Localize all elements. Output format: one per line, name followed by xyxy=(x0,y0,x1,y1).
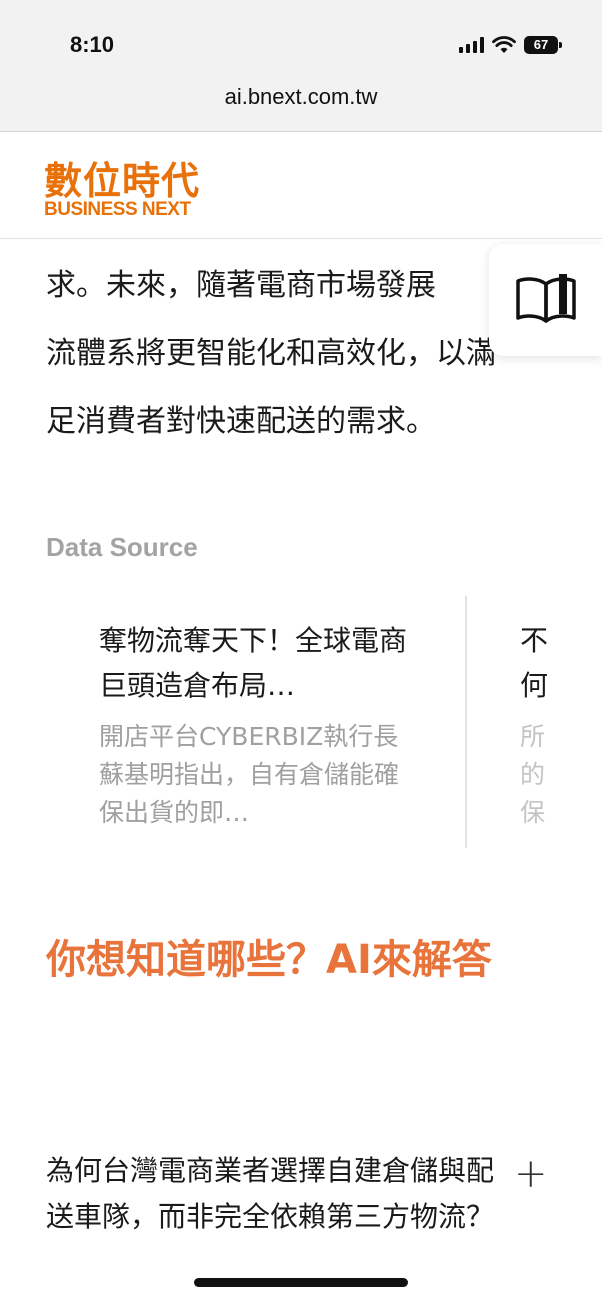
data-source-carousel[interactable]: 奪物流奪天下！全球電商巨頭造倉布局… 開店平台CYBERBIZ執行長蘇基明指出，… xyxy=(0,596,602,852)
article-line: 流體系將更智能化和高效化，以滿 xyxy=(46,336,496,371)
source-card-description: 所的保 xyxy=(520,722,546,827)
site-logo-english[interactable]: BUSINESS NEXT xyxy=(44,199,191,221)
browser-top-bar: 8:10 67 ai.bnext.com.tw xyxy=(0,0,602,132)
faq-question[interactable]: 為何台灣電商業者選擇自建倉儲與配送車隊，而非完全依賴第三方物流？ xyxy=(46,1148,496,1240)
reader-mode-button[interactable] xyxy=(489,244,602,356)
status-icons: 67 xyxy=(459,36,562,54)
source-card-description: 開店平台CYBERBIZ執行長蘇基明指出，自有倉儲能確保出貨的即… xyxy=(99,722,400,827)
article-line: 求。未來，隨著電商市場發展 xyxy=(46,268,436,303)
article-body: 求。未來，隨著電商市場發展 流體系將更智能化和高效化，以滿 足消費者對快速配送的… xyxy=(46,252,566,456)
source-card[interactable]: 不何 所的保 xyxy=(520,596,552,832)
book-icon xyxy=(514,272,578,328)
faq-item[interactable]: 為何台灣電商業者選擇自建倉儲與配送車隊，而非完全依賴第三方物流？ + xyxy=(46,1148,602,1240)
cellular-signal-icon xyxy=(459,37,484,53)
address-bar-url[interactable]: ai.bnext.com.tw xyxy=(0,84,602,110)
data-source-title: Data Source xyxy=(46,532,198,562)
battery-icon: 67 xyxy=(524,36,562,54)
wifi-icon xyxy=(492,36,516,54)
status-time: 8:10 xyxy=(70,32,115,57)
source-card-title: 奪物流奪天下！全球電商巨頭造倉布局… xyxy=(99,624,408,702)
plus-icon[interactable]: + xyxy=(514,1154,548,1194)
source-card[interactable]: 奪物流奪天下！全球電商巨頭造倉布局… 開店平台CYBERBIZ執行長蘇基明指出，… xyxy=(99,596,419,832)
site-logo[interactable]: 數位時代 xyxy=(44,150,200,205)
article-line: 足消費者對快速配送的需求。 xyxy=(46,404,436,439)
home-indicator xyxy=(194,1278,408,1287)
faq-heading: 你想知道哪些？AI來解答 xyxy=(46,937,492,983)
card-divider xyxy=(465,596,467,848)
source-card-title: 不何 xyxy=(520,624,549,702)
